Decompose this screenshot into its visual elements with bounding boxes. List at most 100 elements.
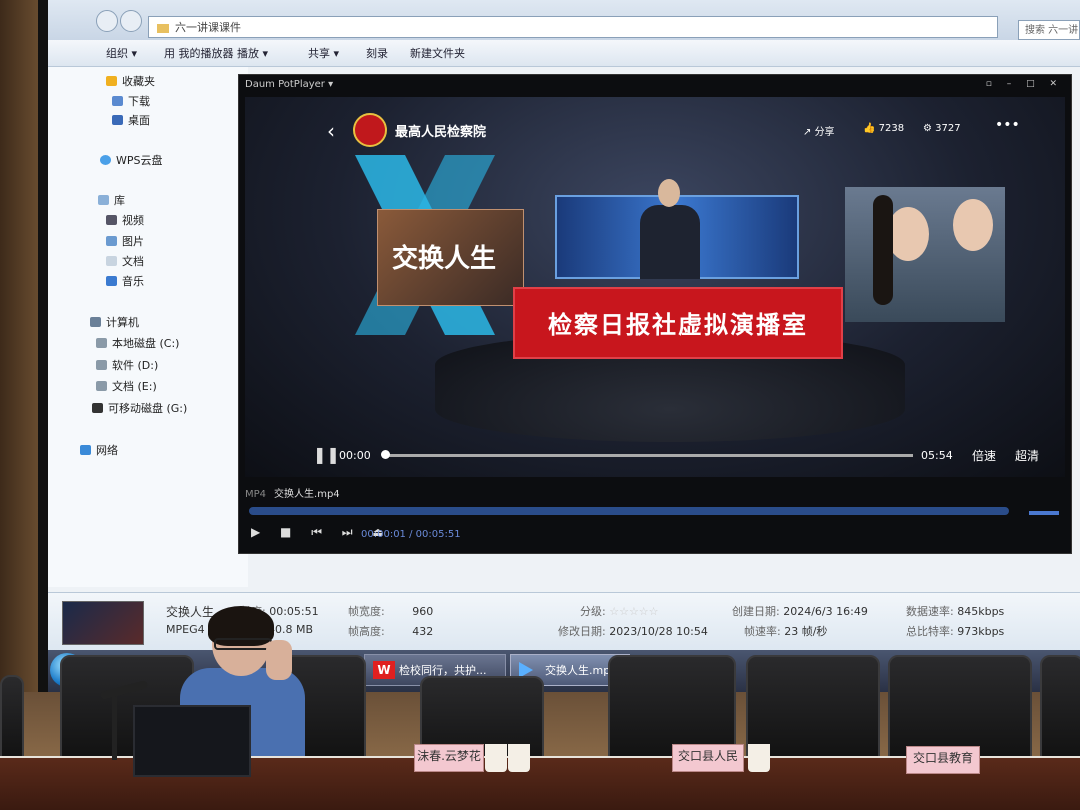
share-button[interactable]: 共享 ▾ bbox=[308, 45, 339, 61]
share-label: 分享 bbox=[814, 127, 835, 138]
nav-videos[interactable]: 视频 bbox=[106, 212, 144, 228]
forward-button[interactable] bbox=[120, 10, 142, 32]
label: 创建日期: bbox=[732, 605, 780, 618]
detail-frame-height: 帧高度: 432 bbox=[348, 623, 433, 639]
nav-drive-g[interactable]: 可移动磁盘 (G:) bbox=[92, 400, 187, 416]
nav-desktop[interactable]: 桌面 bbox=[112, 112, 150, 128]
speed-button[interactable]: 倍速 bbox=[972, 447, 996, 464]
format-badge: MP4 bbox=[245, 489, 267, 500]
download-icon bbox=[112, 96, 123, 106]
detail-rating: 分级: ☆☆☆☆☆ bbox=[580, 603, 659, 619]
taskbar-player-label: 交换人生.mp4 bbox=[545, 664, 618, 677]
nav-computer[interactable]: 计算机 bbox=[90, 314, 139, 330]
organize-button[interactable]: 组织 ▾ bbox=[106, 45, 137, 61]
detail-name: 交换人生 bbox=[166, 605, 215, 619]
video-player-window: Daum PotPlayer ▾ ▫ – □ ✕ 交换人生 检察日报社虚拟演播室… bbox=[238, 74, 1072, 554]
volume-slider[interactable] bbox=[1029, 511, 1059, 515]
label: 分级: bbox=[580, 605, 606, 618]
back-button[interactable] bbox=[96, 10, 118, 32]
raised-hand bbox=[266, 640, 292, 680]
face bbox=[887, 207, 929, 261]
drive-icon bbox=[96, 381, 107, 391]
burn-button[interactable]: 刻录 bbox=[366, 45, 388, 61]
window-controls[interactable]: ▫ – □ ✕ bbox=[986, 79, 1063, 89]
label: 总比特率: bbox=[906, 625, 954, 638]
value: 00:05:51 bbox=[269, 605, 319, 618]
value: 432 bbox=[412, 625, 434, 638]
like-button[interactable]: 👍 7238 bbox=[863, 123, 904, 134]
explorer-address-bar: 六一讲课课件 搜索 六一讲 bbox=[48, 0, 1080, 41]
address-field[interactable]: 六一讲课课件 bbox=[148, 16, 998, 38]
anchor-body bbox=[640, 205, 700, 279]
music-icon bbox=[106, 276, 117, 286]
nameplate: 交口县人民 bbox=[672, 744, 744, 772]
laptop bbox=[133, 705, 251, 777]
projected-desktop: 六一讲课课件 搜索 六一讲 组织 ▾ 用 我的播放器 播放 ▾ 共享 ▾ 刻录 … bbox=[48, 0, 1080, 650]
nav-music[interactable]: 音乐 bbox=[106, 273, 144, 289]
new-folder-button[interactable]: 新建文件夹 bbox=[410, 45, 465, 61]
nav-favorites[interactable]: 收藏夹 bbox=[106, 73, 155, 89]
nav-libraries[interactable]: 库 bbox=[98, 192, 125, 208]
rating-stars[interactable]: ☆☆☆☆☆ bbox=[609, 605, 658, 618]
nav-downloads[interactable]: 下载 bbox=[112, 93, 150, 109]
drive-icon bbox=[96, 360, 107, 370]
nav-wps-cloud[interactable]: WPS云盘 bbox=[100, 152, 163, 168]
label: 帧高度: bbox=[348, 625, 385, 638]
details-pane: 交换人生 MPEG4 长度: 00:05:51 40.8 MB 帧宽度: 960… bbox=[48, 592, 1080, 650]
like-count: 7238 bbox=[878, 123, 905, 134]
value: 2023/10/28 10:54 bbox=[609, 625, 708, 638]
detail-type: MPEG4 bbox=[166, 623, 205, 636]
navigation-pane: 收藏夹 下载 桌面 WPS云盘 库 视频 图片 文档 音乐 计算机 本地磁盘 (… bbox=[48, 67, 248, 587]
procuratorate-emblem-icon bbox=[353, 113, 387, 147]
nav-drive-c[interactable]: 本地磁盘 (C:) bbox=[96, 335, 179, 351]
paper-cup bbox=[748, 744, 770, 772]
detail-frame-width: 帧宽度: 960 bbox=[348, 603, 433, 619]
face bbox=[953, 199, 993, 251]
nav-drive-d[interactable]: 软件 (D:) bbox=[96, 357, 158, 373]
computer-icon bbox=[90, 317, 101, 327]
search-input[interactable]: 搜索 六一讲 bbox=[1018, 20, 1080, 40]
nav-documents[interactable]: 文档 bbox=[106, 253, 144, 269]
pause-icon[interactable]: ❚❚ bbox=[313, 445, 340, 464]
video-seek-bar[interactable] bbox=[383, 454, 913, 457]
chair bbox=[1040, 655, 1080, 764]
value: 845kbps bbox=[957, 605, 1005, 618]
value: 960 bbox=[412, 605, 434, 618]
wps-icon: W bbox=[373, 661, 395, 679]
quality-button[interactable]: 超清 bbox=[1015, 447, 1039, 464]
anchor-head bbox=[658, 179, 680, 207]
desk-sign-text: 检察日报社虚拟演播室 bbox=[548, 311, 808, 339]
more-options-icon[interactable]: ••• bbox=[995, 117, 1020, 133]
nav-network[interactable]: 网络 bbox=[80, 442, 118, 458]
nav-label: 下载 bbox=[128, 95, 150, 108]
forward-button[interactable]: ⚙ 3727 bbox=[923, 123, 961, 134]
nav-label: 本地磁盘 (C:) bbox=[112, 337, 180, 350]
nameplate: 沫春.云梦花 bbox=[414, 744, 484, 772]
channel-name[interactable]: 最高人民检察院 bbox=[395, 121, 486, 140]
star-icon bbox=[106, 76, 117, 86]
nav-label: 网络 bbox=[96, 444, 118, 457]
video-thumbnail[interactable] bbox=[62, 601, 144, 645]
nav-label: 文档 (E:) bbox=[112, 380, 157, 393]
player-file-bar: MP4 交换人生.mp4 bbox=[245, 485, 1065, 501]
share-button[interactable]: ↗ 分享 bbox=[803, 123, 835, 138]
detail-modified: 修改日期: 2023/10/28 10:54 bbox=[558, 623, 708, 639]
thumbs-up-icon: 👍 bbox=[863, 123, 879, 134]
player-app-title[interactable]: Daum PotPlayer ▾ bbox=[245, 79, 333, 90]
play-with-button[interactable]: 用 我的播放器 播放 ▾ bbox=[164, 45, 268, 61]
network-icon bbox=[80, 445, 91, 455]
hair bbox=[873, 195, 893, 305]
address-text: 六一讲课课件 bbox=[175, 21, 241, 34]
nav-label: 计算机 bbox=[106, 316, 139, 329]
label: 数据速率: bbox=[906, 605, 954, 618]
nav-label: 视频 bbox=[122, 214, 144, 227]
detail-total-bitrate: 总比特率: 973kbps bbox=[906, 623, 1004, 639]
nav-label: 文档 bbox=[122, 255, 144, 268]
nav-drive-e[interactable]: 文档 (E:) bbox=[96, 378, 157, 394]
player-progress-bar[interactable] bbox=[249, 507, 1009, 515]
nav-label: 软件 (D:) bbox=[112, 359, 159, 372]
nav-pictures[interactable]: 图片 bbox=[106, 233, 144, 249]
back-arrow-icon[interactable]: ‹ bbox=[327, 119, 335, 143]
seek-handle[interactable] bbox=[381, 450, 390, 459]
video-frame[interactable]: 交换人生 检察日报社虚拟演播室 ‹ 最高人民检察院 ↗ 分享 👍 7238 ⚙ … bbox=[245, 97, 1065, 477]
